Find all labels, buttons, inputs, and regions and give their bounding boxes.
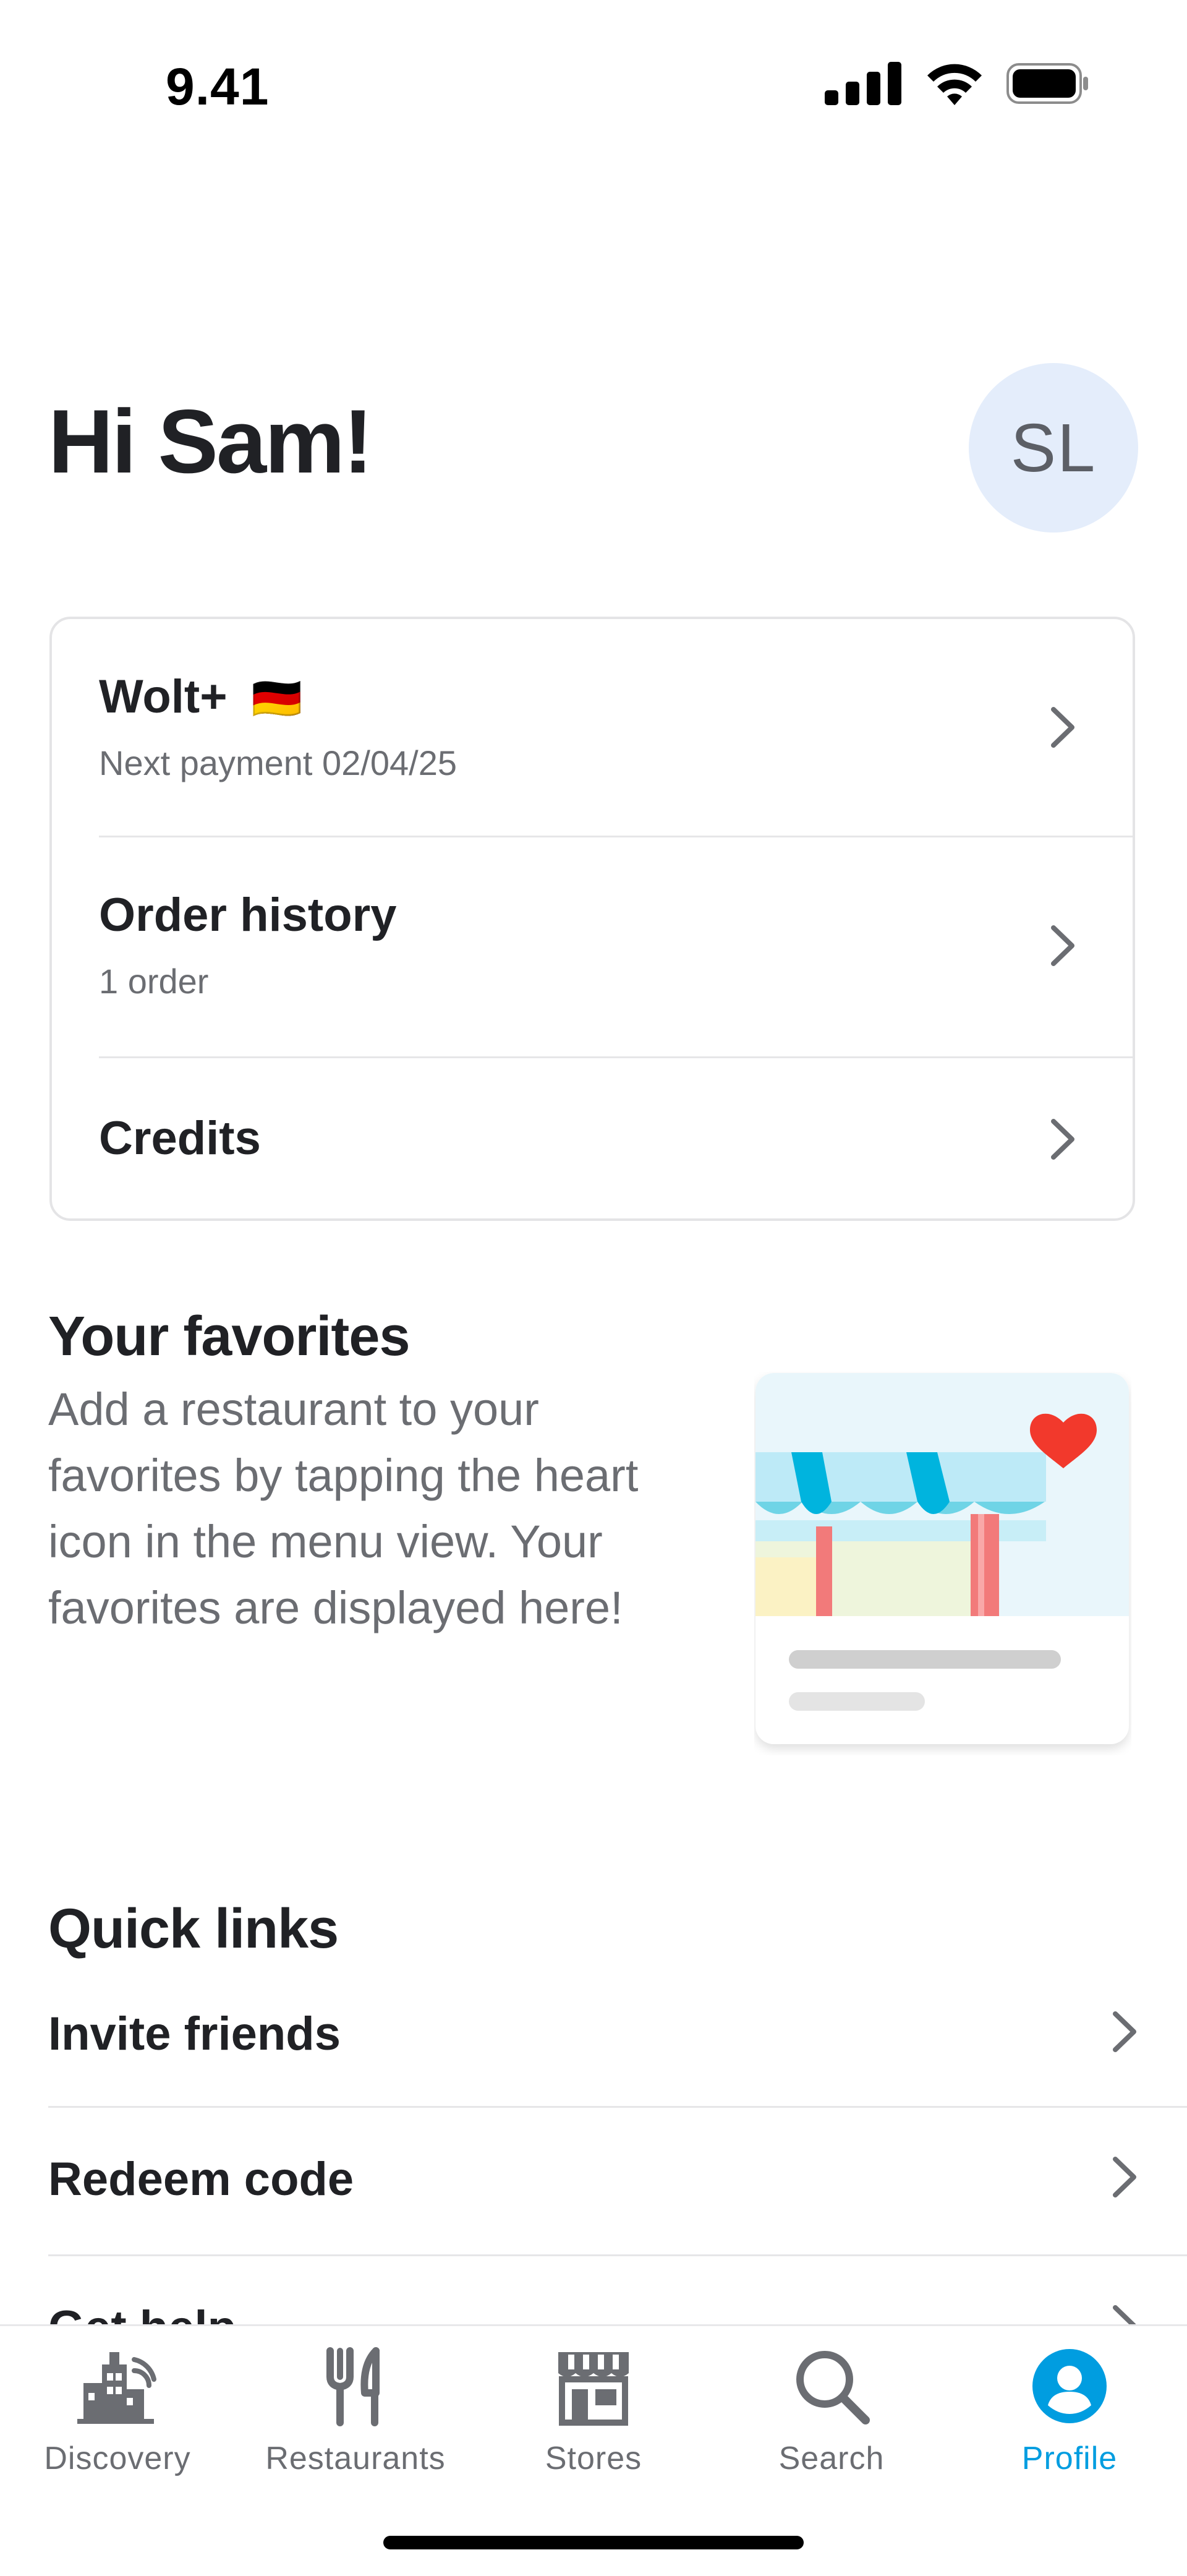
battery-icon (1006, 63, 1088, 104)
avatar[interactable]: SL (969, 363, 1138, 533)
wolt-plus-subtitle: Next payment 02/04/25 (99, 743, 457, 782)
favorites-description: Add a restaurant to your favorites by ta… (48, 1384, 639, 1633)
tab-search-label: Search (778, 2441, 885, 2476)
storefront-illustration (755, 1373, 1129, 1744)
chevron-right-icon (1113, 2011, 1136, 2052)
account-card: Wolt+ 🇩🇪 Next payment 02/04/25 Order his… (49, 617, 1135, 1221)
search-icon (796, 2351, 870, 2424)
cellular-signal-icon (825, 62, 901, 105)
tab-restaurants-label: Restaurants (265, 2441, 446, 2476)
redeem-code-label: Redeem code (48, 2153, 354, 2206)
restaurants-icon (326, 2347, 380, 2426)
chevron-right-icon (1051, 1119, 1074, 1160)
credits-row[interactable]: Credits (52, 1058, 1133, 1218)
chevron-right-icon (1051, 925, 1074, 966)
invite-friends-label: Invite friends (48, 2008, 341, 2060)
credits-title: Credits (99, 1112, 261, 1165)
avatar-initials: SL (1010, 409, 1097, 486)
stores-icon (558, 2352, 629, 2426)
order-history-row[interactable]: Order history 1 order (52, 837, 1133, 1056)
order-history-subtitle: 1 order (99, 962, 209, 1001)
wolt-plus-row[interactable]: Wolt+ 🇩🇪 Next payment 02/04/25 (52, 619, 1133, 836)
invite-friends-link[interactable]: Invite friends (48, 1995, 1187, 2103)
chevron-right-icon (1113, 2157, 1136, 2197)
wolt-plus-title: Wolt+ (99, 670, 228, 723)
status-icons (825, 62, 1088, 105)
home-indicator (383, 2536, 804, 2549)
germany-flag-icon: 🇩🇪 (251, 675, 302, 721)
tab-discovery-label: Discovery (44, 2441, 191, 2476)
redeem-code-link[interactable]: Redeem code (48, 2140, 1187, 2248)
discovery-icon (77, 2352, 156, 2424)
favorites-title: Your favorites (48, 1306, 410, 1367)
wifi-icon (927, 64, 982, 105)
chevron-right-icon (1051, 707, 1074, 748)
tab-profile[interactable]: Profile (977, 2340, 1162, 2477)
tab-stores[interactable]: Stores (501, 2340, 686, 2477)
order-history-title: Order history (99, 889, 397, 941)
profile-icon (1032, 2349, 1107, 2423)
status-time: 9.41 (166, 58, 270, 116)
divider (48, 2254, 1187, 2256)
tab-search[interactable]: Search (739, 2340, 924, 2477)
tab-profile-label: Profile (1021, 2441, 1118, 2476)
greeting-title: Hi Sam! (48, 391, 373, 492)
tab-discovery[interactable]: Discovery (25, 2340, 210, 2477)
tab-restaurants[interactable]: Restaurants (263, 2340, 448, 2477)
tab-stores-label: Stores (545, 2441, 642, 2476)
quick-links-title: Quick links (48, 1898, 339, 1960)
divider (48, 2106, 1187, 2108)
